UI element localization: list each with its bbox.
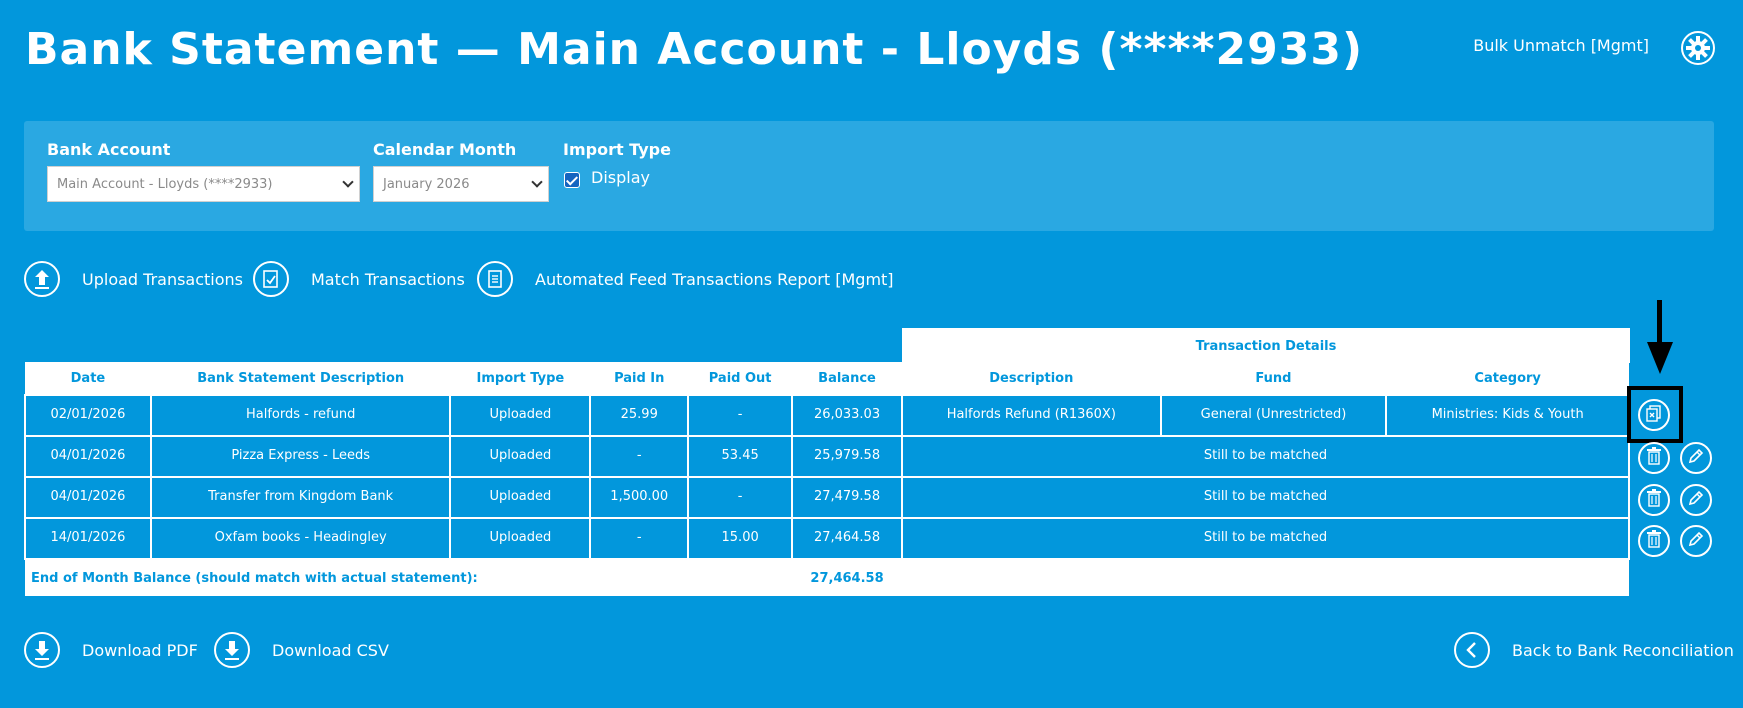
- cell-paid-out: 15.00: [687, 517, 794, 560]
- back-to-reconciliation-label: Back to Bank Reconciliation: [1512, 640, 1734, 660]
- bank-account-select[interactable]: Main Account - Lloyds (****2933): [47, 166, 360, 202]
- bank-account-value: Main Account - Lloyds (****2933): [57, 177, 273, 192]
- cell-match-status: Still to be matched: [900, 517, 1631, 560]
- footer-spacer: [901, 559, 1629, 596]
- cell-description: Oxfam books - Headingley: [149, 517, 452, 560]
- cell-description: Transfer from Kingdom Bank: [149, 476, 452, 519]
- down-arrow-annotation: [1645, 300, 1675, 380]
- column-header: Import Type: [450, 362, 591, 395]
- cell-balance: 27,464.58: [791, 517, 903, 560]
- chevron-down-icon: [531, 176, 543, 188]
- unmatch-icon: [1645, 404, 1663, 426]
- download-pdf-action[interactable]: Download PDF: [24, 632, 198, 668]
- cell-tx-description: Halfords Refund (R1360X): [900, 394, 1162, 437]
- pencil-icon: [1687, 489, 1705, 511]
- table-row[interactable]: 04/01/2026 Pizza Express - Leeds Uploade…: [24, 435, 1631, 478]
- download-csv-label: Download CSV: [272, 640, 389, 660]
- table-row[interactable]: 14/01/2026 Oxfam books - Headingley Uplo…: [24, 517, 1631, 560]
- gear-icon[interactable]: [1680, 30, 1716, 66]
- download-icon: [214, 632, 250, 668]
- import-type-display-label: Display: [591, 168, 650, 187]
- cell-match-status: Still to be matched: [900, 476, 1631, 519]
- cell-balance: 27,479.58: [791, 476, 903, 519]
- cell-import-type: Uploaded: [449, 476, 592, 519]
- match-transactions-label: Match Transactions: [311, 269, 465, 289]
- footer-label: End of Month Balance (should match with …: [25, 559, 793, 596]
- trash-icon: [1646, 489, 1662, 511]
- calendar-month-label: Calendar Month: [373, 140, 517, 159]
- bulk-unmatch-link[interactable]: Bulk Unmatch [Mgmt]: [1473, 36, 1649, 55]
- cell-fund: General (Unrestricted): [1159, 394, 1388, 437]
- trash-icon: [1646, 530, 1662, 552]
- cell-paid-out: -: [687, 476, 794, 519]
- edit-button[interactable]: [1680, 525, 1712, 557]
- pencil-icon: [1687, 530, 1705, 552]
- cell-balance: 26,033.03: [791, 394, 903, 437]
- checklist-icon: [253, 261, 289, 297]
- column-header: Paid Out: [688, 362, 793, 395]
- cell-paid-in: 1,500.00: [589, 476, 690, 519]
- feed-report-label: Automated Feed Transactions Report [Mgmt…: [535, 269, 894, 289]
- cell-paid-in: -: [589, 517, 690, 560]
- calendar-month-value: January 2026: [383, 177, 470, 192]
- column-header: Description: [901, 362, 1161, 395]
- column-header: Category: [1386, 362, 1629, 395]
- report-icon: [477, 261, 513, 297]
- table-footer-row: End of Month Balance (should match with …: [25, 559, 1629, 596]
- import-type-label: Import Type: [563, 140, 671, 159]
- statement-table: Date Bank Statement Description Import T…: [24, 362, 1631, 596]
- page-title: Bank Statement — Main Account - Lloyds (…: [25, 24, 1364, 75]
- cell-paid-in: -: [589, 435, 690, 478]
- edit-button[interactable]: [1680, 484, 1712, 516]
- import-type-display-checkbox[interactable]: [564, 172, 580, 188]
- cell-description: Halfords - refund: [149, 394, 452, 437]
- upload-transactions-action[interactable]: Upload Transactions: [24, 261, 243, 297]
- cell-paid-out: 53.45: [687, 435, 794, 478]
- cell-date: 02/01/2026: [24, 394, 152, 437]
- cell-date: 04/01/2026: [24, 435, 152, 478]
- calendar-month-select[interactable]: January 2026: [373, 166, 549, 202]
- column-header: Fund: [1160, 362, 1387, 395]
- cell-category: Ministries: Kids & Youth: [1385, 394, 1630, 437]
- delete-button[interactable]: [1638, 525, 1670, 557]
- cell-import-type: Uploaded: [449, 435, 592, 478]
- cell-date: 14/01/2026: [24, 517, 152, 560]
- table-header-row: Date Bank Statement Description Import T…: [25, 362, 1629, 395]
- cell-description: Pizza Express - Leeds: [149, 435, 452, 478]
- transaction-details-header: Transaction Details: [902, 328, 1630, 363]
- cell-date: 04/01/2026: [24, 476, 152, 519]
- footer-balance: 27,464.58: [792, 559, 902, 596]
- column-header: Balance: [792, 362, 902, 395]
- download-csv-action[interactable]: Download CSV: [214, 632, 389, 668]
- feed-report-action[interactable]: Automated Feed Transactions Report [Mgmt…: [477, 261, 894, 297]
- upload-icon: [24, 261, 60, 297]
- back-to-reconciliation-action[interactable]: Back to Bank Reconciliation: [1454, 632, 1734, 668]
- match-transactions-action[interactable]: Match Transactions: [253, 261, 465, 297]
- cell-import-type: Uploaded: [449, 517, 592, 560]
- cell-paid-in: 25.99: [589, 394, 690, 437]
- table-row[interactable]: 04/01/2026 Transfer from Kingdom Bank Up…: [24, 476, 1631, 519]
- unmatch-button[interactable]: [1638, 399, 1670, 431]
- edit-button[interactable]: [1680, 442, 1712, 474]
- trash-icon: [1646, 447, 1662, 469]
- chevron-down-icon: [342, 176, 354, 188]
- upload-transactions-label: Upload Transactions: [82, 269, 244, 289]
- download-icon: [24, 632, 60, 668]
- chevron-left-icon: [1454, 632, 1490, 668]
- cell-match-status: Still to be matched: [900, 435, 1631, 478]
- cell-paid-out: -: [687, 394, 794, 437]
- pencil-icon: [1687, 447, 1705, 469]
- column-header: Date: [25, 362, 151, 395]
- column-header: Paid In: [590, 362, 689, 395]
- bank-account-label: Bank Account: [47, 140, 171, 159]
- cell-import-type: Uploaded: [449, 394, 592, 437]
- table-row[interactable]: 02/01/2026 Halfords - refund Uploaded 25…: [24, 394, 1630, 437]
- delete-button[interactable]: [1638, 484, 1670, 516]
- cell-balance: 25,979.58: [791, 435, 903, 478]
- delete-button[interactable]: [1638, 442, 1670, 474]
- filter-panel: Bank Account Main Account - Lloyds (****…: [24, 121, 1714, 231]
- column-header: Bank Statement Description: [150, 362, 451, 395]
- download-pdf-label: Download PDF: [82, 640, 198, 660]
